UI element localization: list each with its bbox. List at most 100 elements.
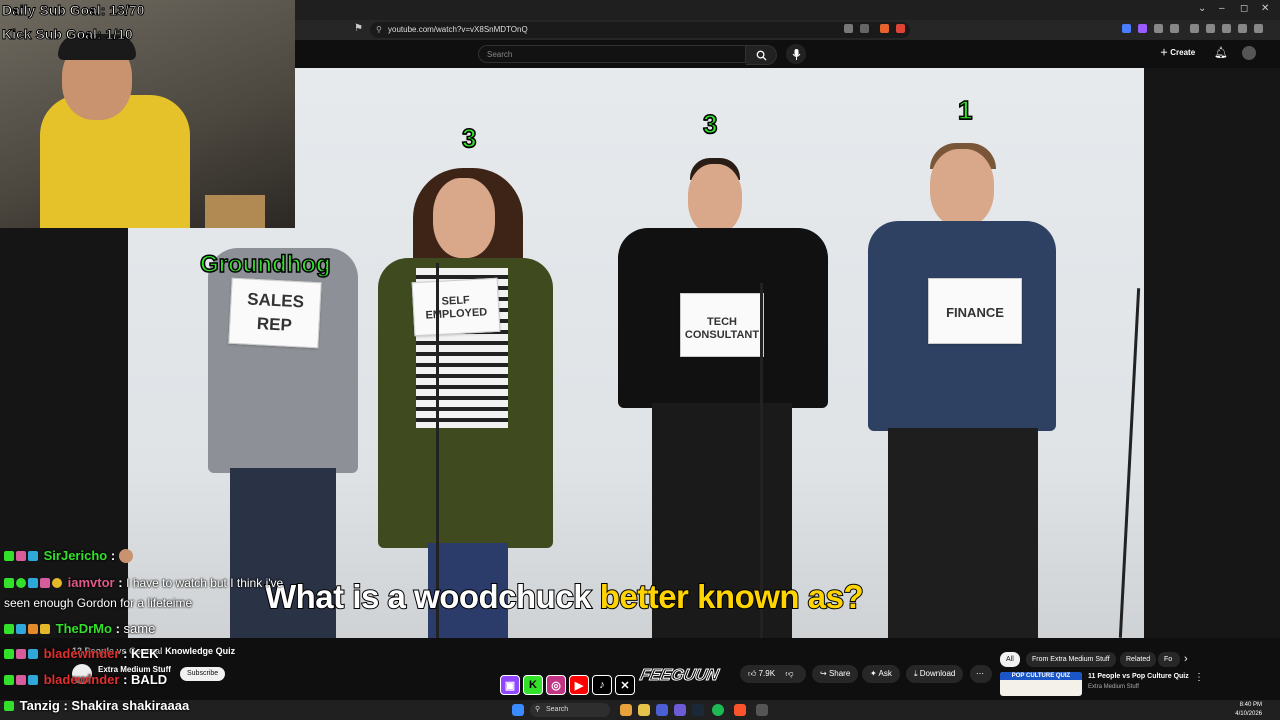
chat-text: Shakira shakiraaaa xyxy=(71,698,190,713)
share-label: Share xyxy=(828,669,851,678)
caption-highlight: better known as? xyxy=(599,577,865,616)
ask-label: Ask xyxy=(878,669,892,678)
next-video-title[interactable]: 11 People vs Pop Culture Quiz xyxy=(1088,673,1189,680)
file-explorer-icon[interactable] xyxy=(638,704,650,716)
share-button[interactable]: ↪ Share xyxy=(812,665,859,683)
chevron-right-icon[interactable]: › xyxy=(1184,653,1188,665)
chat-username[interactable]: TheDrMo xyxy=(56,621,112,636)
maximize-button[interactable]: ◻ xyxy=(1240,3,1248,14)
taskbar-app-icon[interactable] xyxy=(756,704,768,716)
sub-badge-icon xyxy=(16,675,26,685)
gift-badge-icon xyxy=(28,551,38,561)
contestant-sign: SALES REP xyxy=(228,277,322,349)
search-input[interactable]: Search xyxy=(478,45,746,63)
caption-text: What is a woodchuck xyxy=(264,577,600,616)
chat-username[interactable]: Tanzig xyxy=(20,698,60,713)
tier-badge-icon xyxy=(52,578,62,588)
chat-username[interactable]: iamvtor xyxy=(68,575,115,590)
user-avatar[interactable] xyxy=(1242,46,1256,60)
more-actions-button[interactable]: ⋯ xyxy=(970,665,992,683)
extension-icon-1[interactable] xyxy=(1122,24,1131,33)
extension-icon-3[interactable] xyxy=(1154,24,1163,33)
tab-list-icon[interactable]: ⌄ xyxy=(1198,3,1206,14)
sub-badge-icon xyxy=(16,551,26,561)
contestant-finance: FINANCE xyxy=(868,143,1058,638)
right-margin xyxy=(1144,68,1280,638)
chat-username[interactable]: bladewinder xyxy=(44,672,120,687)
video-caption: What is a woodchuck better known as? xyxy=(264,577,865,616)
kick-badge-icon xyxy=(4,578,14,588)
extension-icon-4[interactable] xyxy=(1170,24,1179,33)
discord-icon[interactable] xyxy=(656,704,668,716)
chat-message: bladewinder : KEK xyxy=(4,646,159,661)
clock-time: 8:40 PM xyxy=(1239,702,1262,708)
thumbs-down-icon[interactable]: 👎︎ xyxy=(785,669,793,678)
chat-message: TheDrMo : same xyxy=(4,621,155,636)
chip-from-channel[interactable]: From Extra Medium Stuff xyxy=(1026,652,1116,667)
kebab-menu-icon[interactable]: ⋮ xyxy=(1194,672,1204,683)
url-field[interactable]: ⚲ youtube.com/watch?v=vX8SnMDTOnQ xyxy=(370,22,910,38)
gift-badge-icon xyxy=(28,624,38,634)
extensions-icon[interactable] xyxy=(1190,24,1199,33)
steam-icon[interactable] xyxy=(692,704,704,716)
next-video-channel: Extra Medium Stuff xyxy=(1088,684,1139,690)
like-dislike-group: 👍︎ 7.9K 👎︎ xyxy=(740,665,806,683)
vpn-icon[interactable] xyxy=(1238,24,1247,33)
thumbnail-title: POP CULTURE QUIZ xyxy=(1000,672,1082,680)
subscribe-button[interactable]: Subscribe xyxy=(180,667,226,681)
chip-related[interactable]: Related xyxy=(1120,652,1157,667)
like-button[interactable]: 👍︎ 7.9K xyxy=(748,669,775,678)
contestant-sign: FINANCE xyxy=(928,278,1022,344)
microphone-icon xyxy=(792,48,800,60)
ask-button[interactable]: ✦ Ask xyxy=(862,665,900,683)
close-button[interactable]: ✕ xyxy=(1261,3,1269,14)
social-handle: FEEGUUN xyxy=(638,667,721,685)
gift-badge-icon xyxy=(28,578,38,588)
taskbar-search[interactable]: ⚲ Search xyxy=(530,703,610,717)
bookmark-icon[interactable]: ⚑ xyxy=(354,23,363,34)
chip-all[interactable]: All xyxy=(1000,652,1020,667)
sidebar-icon[interactable] xyxy=(1206,24,1215,33)
search-button[interactable] xyxy=(746,45,777,65)
url-text: youtube.com/watch?v=vX8SnMDTOnQ xyxy=(388,25,528,34)
taskbar-search-label: Search xyxy=(546,706,569,713)
like-count: 7.9K xyxy=(758,669,776,678)
brave-browser-icon[interactable] xyxy=(734,704,746,716)
video-title-text: Knowledge Quiz xyxy=(165,646,236,656)
plus-icon: ＋ xyxy=(1160,48,1171,57)
download-button[interactable]: ⤓ Download xyxy=(906,665,964,683)
menu-icon[interactable] xyxy=(1254,24,1263,33)
chat-text: same xyxy=(123,621,156,636)
chat-username[interactable]: SirJericho xyxy=(44,548,108,563)
minimize-button[interactable]: – xyxy=(1219,3,1225,14)
brave-rewards-icon[interactable] xyxy=(896,24,905,33)
kick-badge-icon xyxy=(4,624,14,634)
contestant-sign: TECH CONSULTANT xyxy=(680,293,764,357)
page-icon[interactable] xyxy=(844,24,853,33)
notifications-bell-icon[interactable]: 🔔︎ xyxy=(1214,46,1228,59)
create-button[interactable]: ＋ Create xyxy=(1160,47,1195,58)
contestant-score: 3 xyxy=(702,108,718,140)
obs-icon[interactable] xyxy=(674,704,686,716)
wallet-icon[interactable] xyxy=(1222,24,1231,33)
kick-sub-goal: Kick Sub Goal: 1/10 xyxy=(2,26,134,43)
contestant-score: 3 xyxy=(461,122,477,154)
next-video-thumbnail[interactable]: POP CULTURE QUIZ xyxy=(1000,672,1082,696)
chat-message: iamvtor : I have to watch but I think i'… xyxy=(4,575,283,590)
taskbar-app-icon[interactable] xyxy=(620,704,632,716)
windows-start-icon[interactable] xyxy=(512,704,524,716)
share-page-icon[interactable] xyxy=(860,24,869,33)
chip-more[interactable]: Fo xyxy=(1158,652,1180,667)
chat-text: KEK xyxy=(131,646,159,661)
spotify-icon[interactable] xyxy=(712,704,724,716)
system-clock[interactable]: 8:40 PM 4/10/2026 xyxy=(1235,701,1262,719)
extension-icon-2[interactable] xyxy=(1138,24,1147,33)
thumbs-up-icon: 👍︎ xyxy=(748,669,757,678)
brave-shield-icon[interactable] xyxy=(880,24,889,33)
voice-search-button[interactable] xyxy=(786,44,806,64)
site-info-icon[interactable]: ⚲ xyxy=(376,22,382,38)
daily-sub-goal: Daily Sub Goal: 13/70 xyxy=(1,2,145,19)
twitch-icon: ▣ xyxy=(500,675,520,695)
chat-username[interactable]: bladewinder xyxy=(44,646,120,661)
contestant-sign: SELF EMPLOYED xyxy=(411,277,501,337)
